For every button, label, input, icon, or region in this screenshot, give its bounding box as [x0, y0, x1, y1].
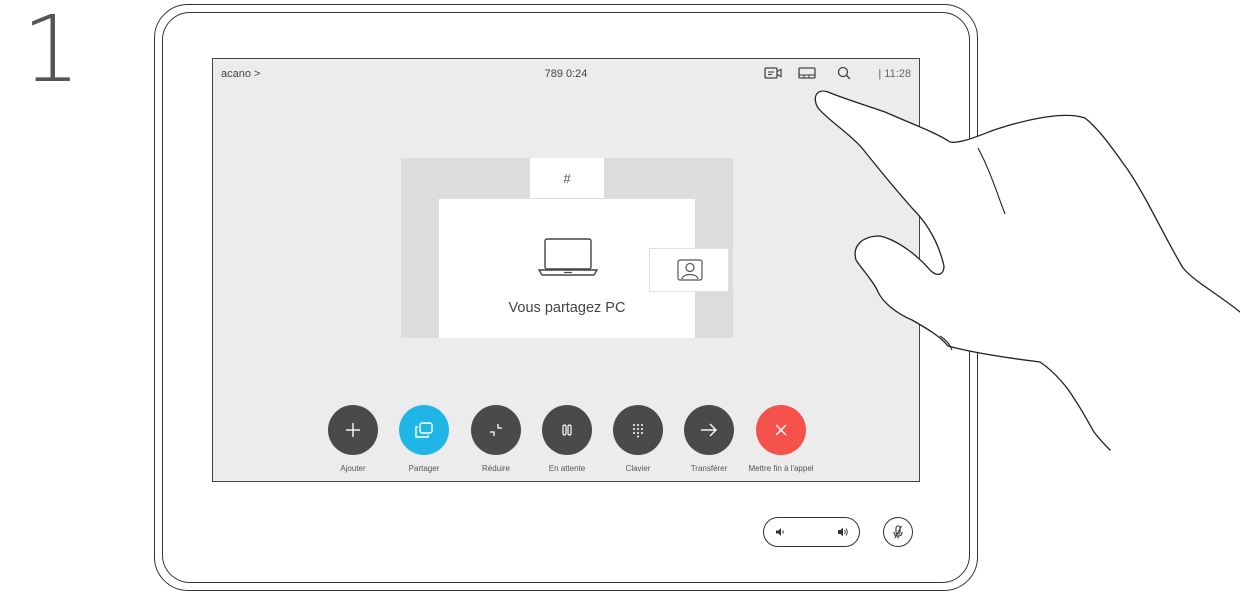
keypad-label: Clavier [625, 464, 651, 473]
mute-button[interactable] [883, 517, 913, 547]
minimize-icon [490, 424, 502, 436]
end-call-button-circle[interactable] [756, 405, 806, 455]
layout-icon[interactable] [797, 65, 817, 81]
sharing-message: Vous partagez PC [508, 300, 626, 316]
hold-button[interactable]: En attente [532, 405, 602, 473]
step-number: 1 [22, 0, 81, 103]
volume-up-icon[interactable] [836, 525, 850, 539]
close-icon [775, 424, 787, 436]
pause-icon [562, 424, 572, 436]
volume-control[interactable] [763, 517, 860, 547]
minimize-label: Réduire [481, 464, 510, 473]
clock: | 11:28 [878, 68, 911, 80]
microphone-muted-icon [893, 525, 903, 539]
person-icon [677, 259, 703, 281]
hold-label: En attente [548, 464, 586, 473]
keypad-button[interactable]: Clavier [603, 405, 673, 473]
add-button[interactable]: Ajouter [318, 405, 388, 473]
minimize-button-circle[interactable] [471, 405, 521, 455]
transfer-button-circle[interactable] [684, 405, 734, 455]
add-label: Ajouter [340, 464, 366, 473]
search-icon[interactable] [834, 65, 854, 81]
plus-icon [346, 423, 360, 437]
participant-tile: # [530, 158, 604, 198]
arrow-right-icon [701, 423, 717, 437]
camera-icon[interactable] [763, 65, 783, 81]
share-button-circle[interactable] [399, 405, 449, 455]
minimize-button[interactable]: Réduire [461, 405, 531, 473]
self-view[interactable] [649, 248, 729, 292]
laptop-icon [537, 238, 599, 276]
share-screen-icon [415, 422, 433, 438]
touch-screen: acano > 789 0:24 | 11:28 # Vous partagez… [212, 58, 920, 482]
hold-button-circle[interactable] [542, 405, 592, 455]
transfer-label: Transférer [690, 464, 728, 473]
end-call-button[interactable]: Mettre fin à l'appel [746, 405, 816, 473]
add-button-circle[interactable] [328, 405, 378, 455]
transfer-button[interactable]: Transférer [674, 405, 744, 473]
volume-down-icon[interactable] [774, 526, 786, 538]
keypad-icon [633, 424, 643, 438]
share-button[interactable]: Partager [389, 405, 459, 473]
share-label: Partager [408, 464, 440, 473]
keypad-button-circle[interactable] [613, 405, 663, 455]
end-call-label: Mettre fin à l'appel [748, 464, 814, 473]
